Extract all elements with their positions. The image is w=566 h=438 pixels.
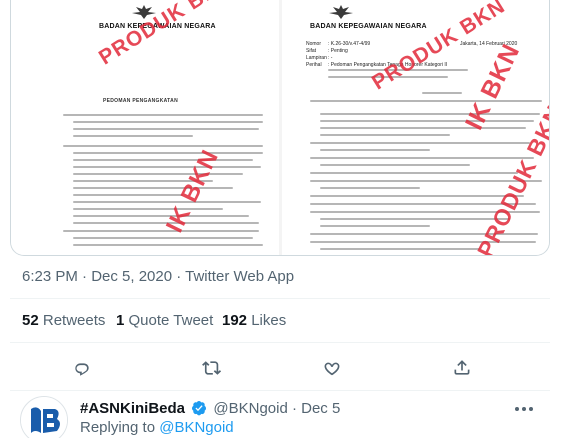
more-options-icon[interactable] [512,400,536,418]
retweet-button[interactable] [198,354,226,382]
document-meta-row: Nomor : K.26-30/v.47-4/99 [306,41,371,47]
document-meta-row: Sifat : Penting [306,48,348,54]
share-icon [454,360,470,375]
garuda-emblem-icon [329,5,353,19]
reply-button[interactable] [68,354,96,382]
retweets-label: Retweets [42,312,106,329]
retweets-link[interactable]: 52 Retweets [22,312,105,329]
retweets-count: 52 [22,312,39,329]
document-heading: PEDOMAN PENGANGKATAN [103,98,178,104]
document-page-right: BADAN KEPEGAWAIAN NEGARA Nomor : K.26-30… [282,0,549,255]
document-agency-name: BADAN KEPEGAWAIAN NEGARA [310,23,427,30]
quote-tweets-link[interactable]: 1 Quote Tweet [116,312,213,329]
reply-handle-date[interactable]: @BKNgoid · Dec 5 [213,400,340,417]
reply-display-name[interactable]: #ASNKiniBeda [80,400,185,417]
document-page-left: BADAN KEPEGAWAIAN NEGARA PEDOMAN PENGANG… [11,0,279,255]
heart-icon [324,362,340,376]
retweet-icon [202,361,222,375]
tweet-media-image[interactable]: BADAN KEPEGAWAIAN NEGARA PEDOMAN PENGANG… [10,0,550,256]
quote-tweets-count: 1 [116,312,125,329]
likes-link[interactable]: 192 Likes [222,312,286,329]
divider [10,390,550,391]
quote-tweets-label: Quote Tweet [128,312,214,329]
watermark-stamp: PRODUK BKN [95,0,237,70]
reply-header: #ASNKiniBeda @BKNgoid · Dec 5 [80,400,340,417]
document-meta-row: Lampiran : - [306,55,333,61]
divider [10,342,550,343]
tweet-timestamp[interactable]: 6:23 PM · Dec 5, 2020 · Twitter Web App [22,268,294,285]
likes-count: 192 [222,312,248,329]
bkn-logo-icon [21,397,67,438]
replying-to: Replying to @BKNgoid [80,419,234,436]
document-meta-row: Perihal : Pedoman Pengangkatan Tenaga Ho… [306,62,448,68]
share-button[interactable] [448,354,476,382]
avatar[interactable] [20,396,68,438]
like-button[interactable] [318,354,346,382]
likes-label: Likes [251,312,287,329]
verified-badge-icon [192,401,207,416]
divider [10,298,550,299]
reply-icon [75,363,89,376]
replying-to-link[interactable]: @BKNgoid [159,419,233,436]
